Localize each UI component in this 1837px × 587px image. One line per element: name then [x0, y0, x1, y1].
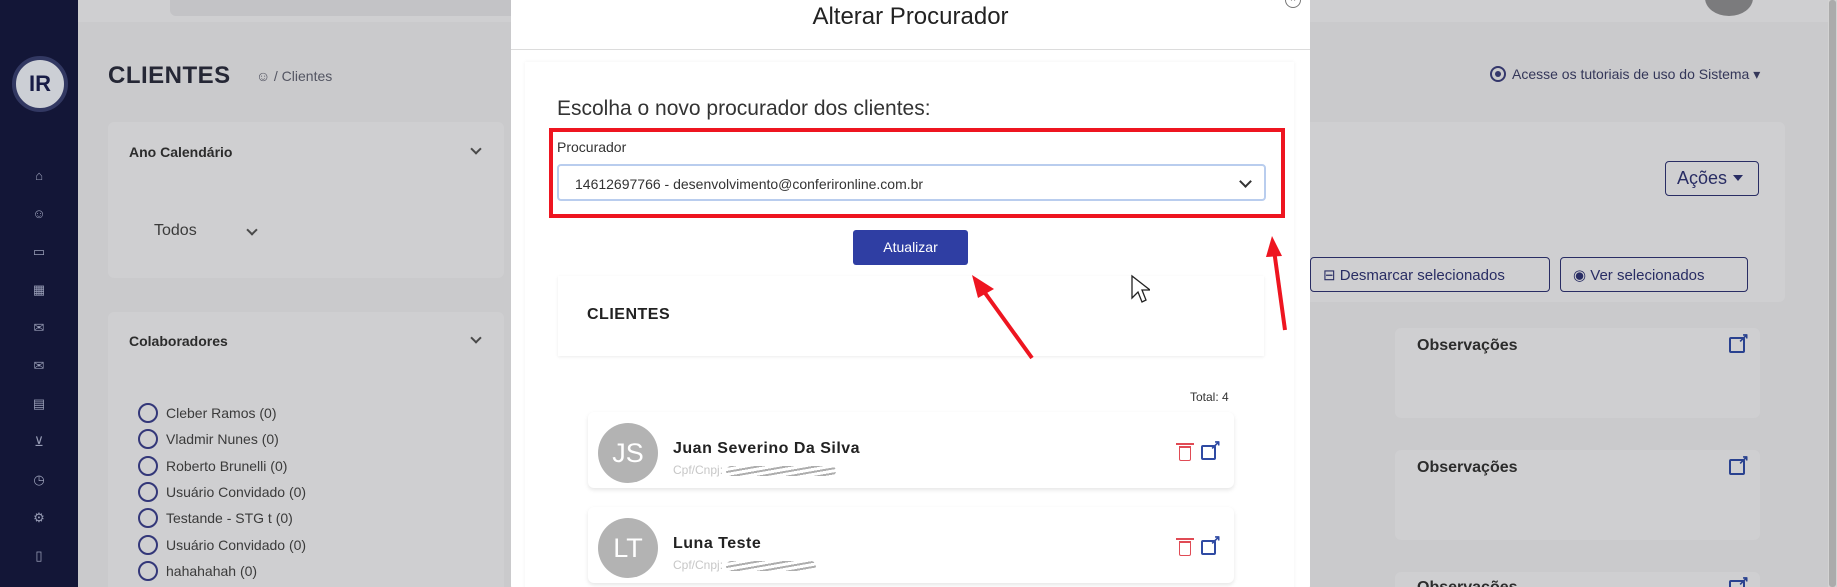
mouse-cursor [1131, 274, 1150, 303]
annotation-arrows [972, 236, 1287, 360]
arrow-to-update-button [972, 275, 1034, 360]
arrow-to-select-box [1266, 236, 1287, 331]
